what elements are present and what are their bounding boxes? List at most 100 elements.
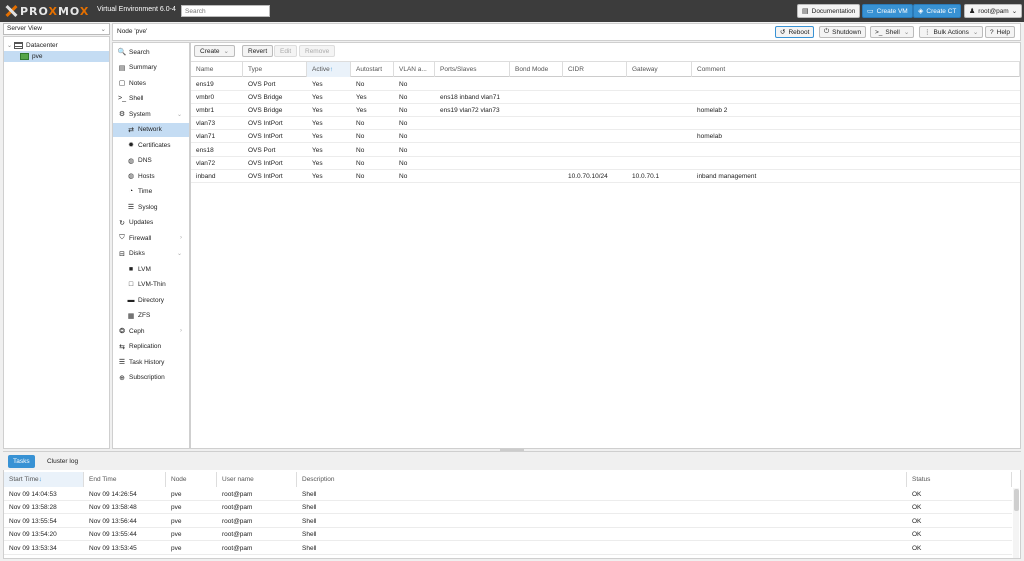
nav-item-directory[interactable]: ▬ Directory <box>113 293 189 307</box>
collapse-icon[interactable]: ⌄ <box>7 42 12 49</box>
column-header-bond-mode[interactable]: Bond Mode <box>510 62 563 77</box>
table-cell: vlan72 <box>196 159 216 167</box>
task-column-description[interactable]: Description <box>297 472 907 487</box>
chevron-icon: ⌄ <box>176 111 182 118</box>
nav-item-summary[interactable]: ▤ Summary <box>113 61 189 75</box>
table-row[interactable]: ens19 OVS Port Yes No No <box>191 78 1020 91</box>
nav-item-disks[interactable]: ⊟ Disks ⌄ <box>113 247 189 261</box>
table-cell: homelab 2 <box>697 107 728 115</box>
search-icon: 🔍 <box>117 49 127 56</box>
task-tab-bar <box>3 452 1021 470</box>
table-cell: ens18 <box>196 146 214 154</box>
table-row[interactable]: vmbr1 OVS Bridge Yes Yes No ens19 vlan72 vlan… <box>191 104 1020 118</box>
nav-item-syslog[interactable]: ☰ Syslog <box>113 200 189 214</box>
help-button[interactable]: ? Help <box>985 26 1015 38</box>
nav-item-system[interactable]: ⚙ System ⌄ <box>113 107 189 121</box>
table-cell: OVS Bridge <box>248 107 283 115</box>
column-header-name[interactable]: Name <box>191 62 243 77</box>
remove-button[interactable]: Remove <box>299 45 336 57</box>
task-column-end-time[interactable]: End Time <box>84 472 166 487</box>
nav-item-replication[interactable]: ⇆ Replication <box>113 340 189 354</box>
task-row[interactable]: Nov 09 13:55:54 Nov 09 13:56:44 pve root@pa… <box>4 515 1012 528</box>
edit-button[interactable]: Edit <box>274 45 298 57</box>
column-header-gateway[interactable]: Gateway <box>627 62 692 77</box>
table-row[interactable]: ens18 OVS Port Yes No No <box>191 144 1020 157</box>
tree-item-datacenter[interactable]: ⌄ Datacenter <box>4 40 109 51</box>
task-row[interactable]: Nov 09 13:53:34 Nov 09 13:53:45 pve root@pa… <box>4 542 1012 555</box>
column-header-comment[interactable]: Comment <box>692 62 1020 77</box>
sort-asc-icon: ↑ <box>329 66 333 73</box>
nav-item-shell[interactable]: >_ Shell <box>113 92 189 106</box>
column-header-ports-slaves[interactable]: Ports/Slaves <box>435 62 510 77</box>
tab-tasks[interactable]: Tasks <box>8 455 35 468</box>
nav-item-hosts[interactable]: ◍ Hosts <box>113 169 189 183</box>
nav-item-search[interactable]: 🔍 Search <box>113 45 189 59</box>
folder-icon: ▬ <box>127 296 135 304</box>
shell-button[interactable]: >_ Shell ⌄ <box>870 26 915 38</box>
nav-item-certificates[interactable]: ✹ Certificates <box>113 138 189 152</box>
chevron-icon: › <box>180 235 182 241</box>
task-column-status[interactable]: Status <box>907 472 1012 487</box>
column-header-type[interactable]: Type <box>243 62 307 77</box>
column-header-cidr[interactable]: CIDR <box>563 62 627 77</box>
column-header-autostart[interactable]: Autostart <box>351 62 394 77</box>
column-header-active[interactable]: Active ↑ <box>307 62 351 77</box>
reboot-button[interactable]: ↺ Reboot <box>775 26 815 38</box>
table-cell: OVS IntPort <box>248 172 283 180</box>
table-cell <box>510 144 515 157</box>
table-cell <box>627 104 632 117</box>
table-row[interactable]: vlan72 OVS IntPort Yes No No <box>191 157 1020 170</box>
task-column-node[interactable]: Node <box>166 472 217 487</box>
nav-item-lvm[interactable]: ■ LVM <box>113 262 189 276</box>
task-cell: OK <box>912 531 922 539</box>
table-row[interactable]: vmbr0 OVS Bridge Yes Yes No ens18 inband vlan… <box>191 91 1020 105</box>
shutdown-button[interactable]: ⏻ Shutdown <box>819 26 867 38</box>
create-ct-button[interactable]: ◈ Create CT <box>913 4 962 18</box>
user-menu-button[interactable]: ♟ root@pam ⌄ <box>964 4 1023 18</box>
table-cell: OVS Port <box>248 146 276 154</box>
table-cell: No <box>399 159 408 167</box>
nav-item-dns[interactable]: ◍ DNS <box>113 154 189 168</box>
table-cell <box>627 91 632 104</box>
documentation-button[interactable]: ▤ Documentation <box>797 4 861 18</box>
task-cell: Nov 09 14:04:53 <box>9 491 57 498</box>
table-cell: No <box>399 172 408 180</box>
task-row[interactable]: Nov 09 13:54:20 Nov 09 13:55:44 pve root@pa… <box>4 528 1012 542</box>
ceph-icon: ❂ <box>119 328 125 335</box>
view-select[interactable]: Server View ⌄ <box>3 23 110 35</box>
task-scrollbar-thumb[interactable] <box>1014 489 1019 511</box>
task-column-start-time[interactable]: Start Time ↓ <box>4 472 84 487</box>
resource-tree: ⌄ Datacenter pve <box>3 36 110 449</box>
table-cell: Yes <box>312 172 323 180</box>
table-row[interactable]: vlan73 OVS IntPort Yes No No <box>191 117 1020 131</box>
tree-item-pve[interactable]: pve <box>4 51 109 62</box>
nav-item-lvm-thin[interactable]: □ LVM-Thin <box>113 278 189 292</box>
nav-item-task-history[interactable]: ☰ Task History <box>113 355 189 369</box>
revert-button[interactable]: Revert <box>242 45 274 57</box>
book-icon: ▤ <box>118 64 126 72</box>
task-row[interactable]: Nov 09 13:58:28 Nov 09 13:58:48 pve root@pa… <box>4 501 1012 515</box>
table-row[interactable]: vlan71 OVS IntPort Yes No No homelab <box>191 130 1020 144</box>
nav-item-firewall[interactable]: ⛉ Firewall › <box>113 231 189 245</box>
table-row[interactable]: inband OVS IntPort Yes No No 10.0.70.10/24 10.… <box>191 170 1020 183</box>
tab-cluster-log[interactable]: Cluster log <box>42 455 83 468</box>
create-vm-button[interactable]: ▭ Create VM <box>862 4 913 18</box>
search-input[interactable] <box>181 5 270 17</box>
task-cell: Nov 09 13:58:28 <box>9 504 57 512</box>
task-column-user-name[interactable]: User name <box>217 472 297 487</box>
cube-icon: ◈ <box>918 8 924 15</box>
nav-item-updates[interactable]: ↻ Updates <box>113 216 189 230</box>
nav-item-ceph[interactable]: ❂ Ceph › <box>113 324 189 338</box>
column-header-vlan-a[interactable]: VLAN a... <box>394 62 435 77</box>
nav-item-network[interactable]: ⇄ Network <box>113 122 189 137</box>
create-button[interactable]: Create ⌄ <box>194 45 235 57</box>
table-cell: Yes <box>312 159 323 167</box>
table-cell <box>563 91 568 104</box>
nav-item-zfs[interactable]: ▦ ZFS <box>113 309 189 323</box>
task-cell: OK <box>912 491 922 498</box>
nav-item-time[interactable]: ◔ Time <box>113 185 189 199</box>
bulk-actions-button[interactable]: ⋮ Bulk Actions ⌄ <box>919 26 984 38</box>
nav-item-subscription[interactable]: ⊕ Subscription <box>113 371 189 385</box>
nav-item-notes[interactable]: ▢ Notes <box>113 76 189 90</box>
task-row[interactable]: Nov 09 14:04:53 Nov 09 14:26:54 pve root@pa… <box>4 488 1012 501</box>
